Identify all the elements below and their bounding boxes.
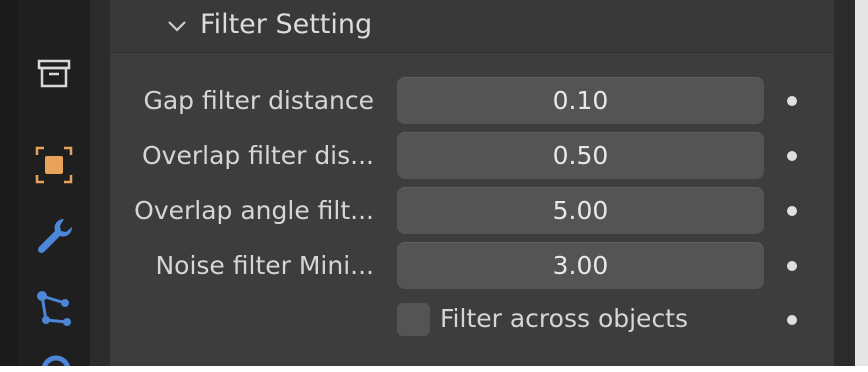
checkbox-label[interactable]: Filter across objects <box>440 301 688 337</box>
filter-across-objects-checkbox[interactable] <box>397 303 430 336</box>
panel-title: Filter Setting <box>200 9 373 40</box>
keyframe-dot-icon[interactable] <box>787 151 797 161</box>
keyframe-dot-icon[interactable] <box>787 315 797 325</box>
property-label: Gap filter distance <box>143 86 374 115</box>
properties-editor: Filter Setting Gap filter distance 0.10 … <box>0 0 868 372</box>
archive-icon <box>37 59 71 88</box>
filter-setting-panel: Filter Setting Gap filter distance 0.10 … <box>110 0 834 366</box>
window-bottom-border <box>0 366 868 372</box>
chevron-down-icon[interactable] <box>166 15 188 37</box>
editor-edge <box>0 0 18 366</box>
overlap-filter-distance-field[interactable]: 0.50 <box>397 132 764 179</box>
property-row-filter-across-objects: Filter across objects <box>110 297 834 345</box>
property-label: Overlap angle filt... <box>134 196 374 225</box>
property-row-gap-filter-distance: Gap filter distance 0.10 <box>110 77 834 125</box>
tab-render-archive[interactable] <box>32 52 76 96</box>
window-border <box>855 0 868 366</box>
physics-icon <box>42 355 70 366</box>
panel-header[interactable]: Filter Setting <box>110 0 834 53</box>
properties-main-region: Filter Setting Gap filter distance 0.10 … <box>90 0 838 366</box>
property-label: Noise filter Mini... <box>155 251 374 280</box>
property-row-overlap-angle-filter: Overlap angle filt... 5.00 <box>110 187 834 235</box>
properties-tab-bar <box>18 0 90 366</box>
property-row-overlap-filter-distance: Overlap filter dis... 0.50 <box>110 132 834 180</box>
tab-physics[interactable] <box>32 350 76 366</box>
overlap-angle-filter-field[interactable]: 5.00 <box>397 187 764 234</box>
region-scroll-edge <box>838 0 855 366</box>
tab-particles[interactable] <box>32 286 76 330</box>
tab-modifiers[interactable] <box>32 213 76 257</box>
keyframe-dot-icon[interactable] <box>787 261 797 271</box>
keyframe-dot-icon[interactable] <box>787 206 797 216</box>
object-icon <box>35 146 73 184</box>
tab-object[interactable] <box>32 143 76 187</box>
particles-icon <box>37 291 71 326</box>
wrench-icon <box>37 218 73 254</box>
noise-filter-minimum-field[interactable]: 3.00 <box>397 242 764 289</box>
keyframe-dot-icon[interactable] <box>787 96 797 106</box>
property-row-noise-filter-minimum: Noise filter Mini... 3.00 <box>110 242 834 290</box>
gap-filter-distance-field[interactable]: 0.10 <box>397 77 764 124</box>
property-label: Overlap filter dis... <box>142 141 374 170</box>
